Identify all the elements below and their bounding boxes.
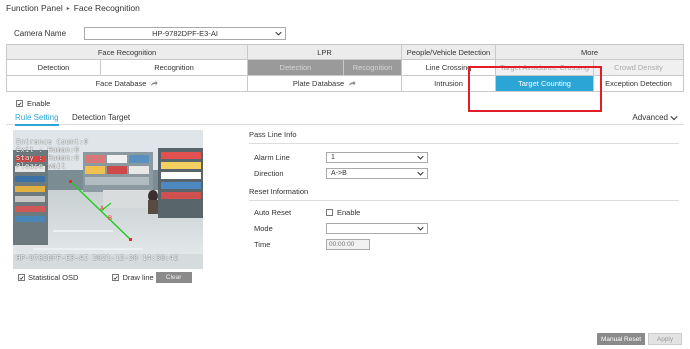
time-row: Time 00:00:00	[254, 239, 370, 250]
section-divider	[249, 200, 679, 201]
auto-reset-row: Auto Reset Enable	[254, 208, 360, 217]
alarm-line-value: 1	[331, 154, 335, 161]
auto-reset-checkbox[interactable]	[326, 209, 333, 216]
pass-line-info-title: Pass Line Info	[249, 130, 297, 139]
osd-line: Stay : Human:0	[16, 154, 80, 162]
chevron-down-icon	[417, 154, 424, 161]
enable-label: Enable	[27, 99, 51, 108]
video-controls: Statistical OSD Draw line Clear	[18, 272, 192, 283]
draw-line-option[interactable]: Draw line	[112, 273, 154, 282]
osd-line: Entrance Count:0	[16, 138, 89, 146]
apply-button[interactable]: Apply	[648, 333, 682, 345]
direction-row: Direction A->B	[254, 168, 428, 179]
breadcrumb-separator-icon: ▸	[66, 5, 70, 12]
tab-crowd-density[interactable]: Crowd Density	[594, 60, 684, 76]
plate-database-label: Plate Database	[292, 79, 345, 88]
advanced-label: Advanced	[632, 113, 668, 122]
camera-name-label: Camera Name	[14, 29, 67, 38]
direction-select[interactable]: A->B	[326, 168, 428, 179]
clear-button[interactable]: Clear	[155, 272, 192, 283]
video-timestamp: HP-9782DPF-E3-AI 2021-12-20 14:30:42	[16, 254, 179, 262]
camera-name-value: HP-9782DPF-E3-AI	[152, 29, 218, 38]
mode-row: Mode	[254, 223, 428, 234]
draw-line-checkbox[interactable]	[112, 274, 120, 281]
tab-face-recognition-sub[interactable]: Recognition	[101, 60, 248, 76]
breadcrumb-current: Face Recognition	[73, 3, 140, 13]
draw-line-label: Draw line	[122, 273, 154, 282]
enable-checkbox[interactable]	[16, 100, 23, 107]
chevron-down-icon	[417, 170, 424, 177]
direction-value: A->B	[331, 170, 347, 177]
share-arrow-icon	[150, 80, 159, 87]
auto-reset-label: Auto Reset	[254, 208, 292, 217]
time-input[interactable]: 00:00:00	[326, 239, 370, 250]
tab-face-recognition[interactable]: Face Recognition	[6, 44, 248, 60]
camera-name-select[interactable]: HP-9782DPF-E3-AI	[84, 27, 286, 40]
time-label: Time	[254, 240, 271, 249]
tab-lpr[interactable]: LPR	[248, 44, 402, 60]
osd-line: Please wait	[16, 162, 66, 170]
mode-select[interactable]	[326, 223, 428, 234]
chevron-down-icon	[417, 225, 424, 232]
action-buttons: Manual Reset Apply	[597, 333, 682, 345]
alarm-line-row: Alarm Line 1	[254, 152, 428, 163]
enable-row: Enable	[16, 99, 50, 108]
tab-face-database[interactable]: Face Database	[6, 76, 248, 92]
chevron-down-icon	[275, 30, 282, 37]
tab-detection-target[interactable]: Detection Target	[72, 113, 130, 122]
svg-text:B: B	[108, 215, 112, 222]
face-database-label: Face Database	[95, 79, 147, 88]
statistical-osd-option[interactable]: Statistical OSD	[18, 273, 78, 282]
alarm-line-label: Alarm Line	[254, 153, 290, 162]
tab-more[interactable]: More	[496, 44, 684, 60]
sub-tab-bar: Rule Setting Detection Target Advanced	[6, 111, 684, 126]
tab-people-vehicle-detection[interactable]: People/Vehicle Detection	[402, 44, 496, 60]
reset-information-title: Reset Information	[249, 187, 309, 196]
direction-label: Direction	[254, 169, 284, 178]
tab-lpr-recognition[interactable]: Recognition	[344, 60, 402, 76]
tab-plate-database[interactable]: Plate Database	[248, 76, 402, 92]
breadcrumb-parent[interactable]: Function Panel	[6, 3, 63, 13]
tab-lpr-detection[interactable]: Detection	[248, 60, 344, 76]
osd-line: Exit : Human:0	[16, 146, 80, 154]
video-osd-stats: Entrance Count:0 Exit : Human:0 Stay : H…	[16, 138, 88, 170]
section-divider	[249, 143, 679, 144]
tab-rule-setting[interactable]: Rule Setting	[15, 113, 59, 126]
statistical-osd-checkbox[interactable]	[18, 274, 25, 281]
chevron-down-icon	[670, 115, 678, 120]
breadcrumb: Function Panel ▸ Face Recognition	[6, 3, 140, 13]
mode-label: Mode	[254, 224, 273, 233]
alarm-line-select[interactable]: 1	[326, 152, 428, 163]
tab-exception-detection[interactable]: Exception Detection	[594, 76, 684, 92]
manual-reset-button[interactable]: Manual Reset	[597, 333, 645, 345]
auto-reset-enable-label: Enable	[337, 208, 361, 217]
statistical-osd-label: Statistical OSD	[28, 273, 79, 282]
highlight-annotation-box	[468, 66, 602, 112]
share-arrow-icon	[348, 80, 356, 87]
advanced-toggle[interactable]: Advanced	[632, 113, 678, 122]
camera-row: Camera Name HP-9782DPF-E3-AI	[14, 27, 286, 40]
tab-face-detection[interactable]: Detection	[6, 60, 101, 76]
video-preview[interactable]: A B Entrance Count:0 Exit : Human:0 Stay…	[13, 130, 203, 269]
